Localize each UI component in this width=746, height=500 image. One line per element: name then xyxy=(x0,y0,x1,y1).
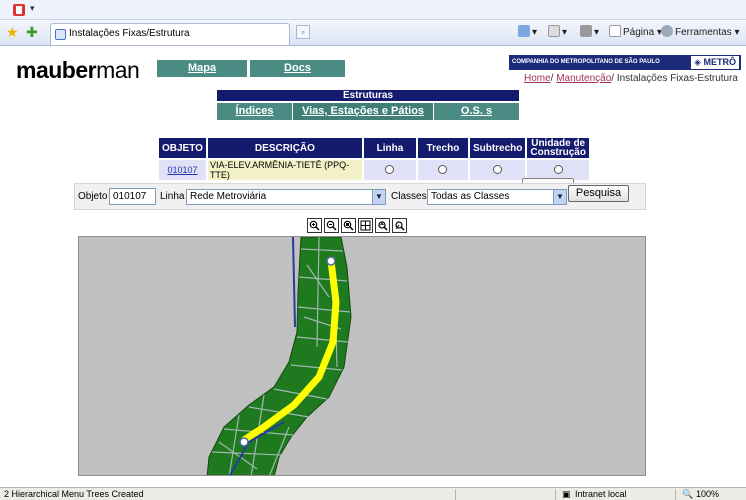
breadcrumb-maintenance-link[interactable]: Manutenção xyxy=(556,73,611,84)
unidade-cell xyxy=(527,160,589,180)
page-favicon-icon xyxy=(55,29,66,40)
status-separator xyxy=(675,489,676,500)
linha-select[interactable]: Rede Metroviária ▼ xyxy=(186,189,386,205)
objeto-cell: 010107 xyxy=(159,160,206,180)
objeto-input[interactable]: 010107 xyxy=(109,188,156,205)
favorites-star-icon[interactable]: ★ xyxy=(6,25,19,39)
breadcrumb: Home/ Manutenção/ Instalações Fixas-Estr… xyxy=(523,73,738,84)
filter-bar: Objeto 010107 Linha Rede Metroviária ▼ Cl… xyxy=(74,183,646,210)
breadcrumb-home-link[interactable]: Home xyxy=(524,73,551,84)
canal-line xyxy=(292,237,296,328)
zoom-level[interactable]: 100% xyxy=(696,488,719,500)
zone-icon: ▣ xyxy=(562,489,571,499)
print-button[interactable]: ▾ xyxy=(580,25,599,41)
status-separator xyxy=(555,489,556,500)
objeto-link[interactable]: 010107 xyxy=(167,165,197,175)
column-header-subtrecho: Subtrecho xyxy=(469,138,526,158)
route-map xyxy=(206,237,352,475)
table-row: 010107 VIA-ELEV.ARMÊNIA-TIETÊ (PPQ-TTE) xyxy=(159,160,589,180)
home-button[interactable]: ▾ xyxy=(518,25,537,41)
linha-radio[interactable] xyxy=(385,164,395,174)
search-button[interactable]: Pesquisa xyxy=(568,185,629,202)
section-tabs: Índices Vias, Estações e Pátios O.S. s xyxy=(217,103,519,120)
printer-icon xyxy=(580,25,592,37)
zoom-in-icon[interactable] xyxy=(307,218,322,233)
linha-label: Linha xyxy=(160,191,185,202)
map-viewport[interactable] xyxy=(78,236,646,476)
station-marker[interactable] xyxy=(239,437,249,447)
pan-icon[interactable] xyxy=(358,218,373,233)
refresh-icon[interactable] xyxy=(375,218,390,233)
add-favorite-icon[interactable]: ✚ xyxy=(26,25,38,39)
dropdown-arrow-icon[interactable]: ▾ xyxy=(30,3,35,14)
status-message: 2 Hierarchical Menu Trees Created xyxy=(4,489,144,499)
tab-os[interactable]: O.S. s xyxy=(434,103,519,120)
unidade-radio[interactable] xyxy=(553,164,563,174)
breadcrumb-current: Instalações Fixas-Estrutura xyxy=(616,73,738,84)
column-header-objeto: OBJETO xyxy=(159,138,206,158)
column-header-linha: Linha xyxy=(363,138,416,158)
station-marker[interactable] xyxy=(326,256,336,266)
feeds-button[interactable]: ▾ xyxy=(548,25,567,41)
status-separator xyxy=(455,489,456,500)
map-toolbar xyxy=(307,218,407,233)
table-header-row: OBJETO DESCRIÇÃO Linha Trecho Subtrecho … xyxy=(159,138,589,158)
zoom-window-icon[interactable] xyxy=(341,218,356,233)
column-header-descricao: DESCRIÇÃO xyxy=(207,138,362,158)
page-menu-button[interactable]: Página ▾ xyxy=(609,25,662,41)
tab-indices[interactable]: Índices xyxy=(217,103,292,120)
nav-mapa-button[interactable]: Mapa xyxy=(157,60,247,77)
security-zone: Intranet local xyxy=(575,489,627,499)
subtrecho-radio[interactable] xyxy=(493,164,503,174)
column-header-trecho: Trecho xyxy=(417,138,468,158)
tab-vias-estacoes-patios[interactable]: Vias, Estações e Pátios xyxy=(292,103,434,120)
feeds-icon xyxy=(548,25,560,37)
select-icon[interactable] xyxy=(392,218,407,233)
page-icon xyxy=(609,25,621,37)
tab-title: Instalações Fixas/Estrutura xyxy=(69,28,190,39)
classes-label: Classes xyxy=(391,191,427,202)
company-banner: COMPANHIA DO METROPOLITANO DE SÃO PAULO … xyxy=(509,55,741,70)
trecho-radio[interactable] xyxy=(438,164,448,174)
section-title: Estruturas xyxy=(217,90,519,101)
browser-tab-bar: ★ ✚ Instalações Fixas/Estrutura ▫ ▾ ▾ ▾ … xyxy=(0,20,746,46)
page-content: mauberman Mapa Docs COMPANHIA DO METROPO… xyxy=(0,47,746,487)
objeto-label: Objeto xyxy=(78,191,108,202)
gear-icon xyxy=(661,25,673,37)
subtrecho-cell xyxy=(469,160,526,180)
linha-cell xyxy=(363,160,416,180)
tools-menu-button[interactable]: Ferramentas ▾ xyxy=(661,25,740,41)
zoom-icon[interactable]: 🔍 xyxy=(682,488,693,500)
metro-logo: ◈ METRÔ xyxy=(691,56,739,69)
structure-table: OBJETO DESCRIÇÃO Linha Trecho Subtrecho … xyxy=(157,136,591,182)
new-tab-button[interactable]: ▫ xyxy=(296,25,310,39)
column-header-unidade: Unidade de Construção xyxy=(527,138,589,158)
chevron-down-icon: ▼ xyxy=(372,190,385,204)
browser-tab[interactable]: Instalações Fixas/Estrutura xyxy=(50,23,290,45)
company-name: COMPANHIA DO METROPOLITANO DE SÃO PAULO xyxy=(512,59,660,65)
nav-docs-button[interactable]: Docs xyxy=(250,60,345,77)
browser-menu-strip: ▾ xyxy=(0,0,746,20)
trecho-cell xyxy=(417,160,468,180)
zoom-out-icon[interactable] xyxy=(324,218,339,233)
page-menu-icon[interactable] xyxy=(12,3,26,17)
classes-select[interactable]: Todas as Classes ▼ xyxy=(427,189,567,205)
status-bar: 2 Hierarchical Menu Trees Created ▣ Intr… xyxy=(0,487,746,500)
app-logo: mauberman xyxy=(16,57,140,83)
descricao-cell: VIA-ELEV.ARMÊNIA-TIETÊ (PPQ-TTE) xyxy=(207,160,362,180)
chevron-down-icon: ▼ xyxy=(553,190,566,204)
home-icon xyxy=(518,25,530,37)
